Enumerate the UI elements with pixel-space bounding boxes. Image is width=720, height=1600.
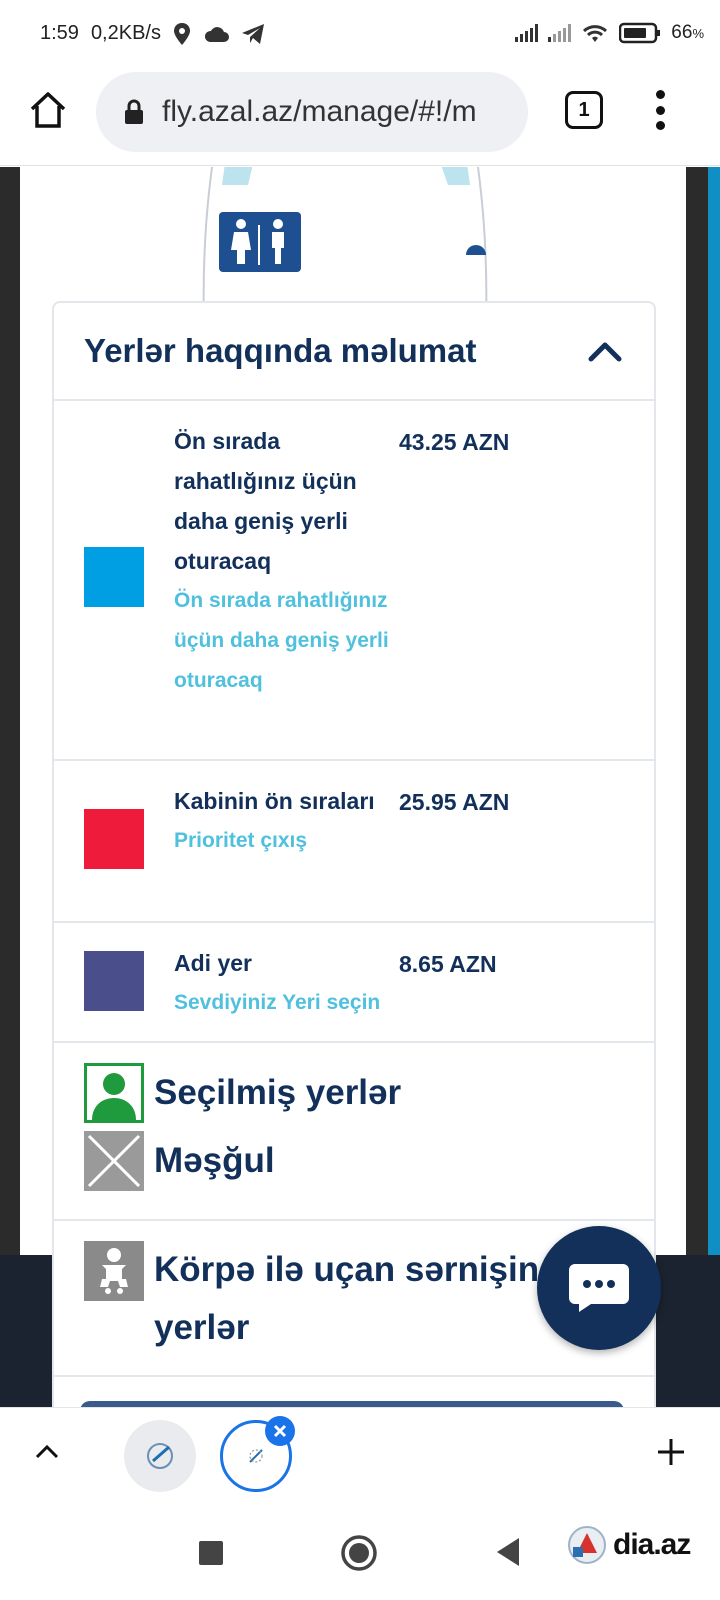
tab-switcher-button[interactable]: 1	[565, 91, 603, 129]
address-bar[interactable]: fly.azal.az/manage/#!/m	[96, 72, 528, 152]
recent-apps-button[interactable]	[199, 1541, 223, 1565]
occupied-seat-x-icon	[84, 1131, 144, 1191]
seat-type-name: Kabinin ön sıraları	[174, 788, 375, 814]
tab-thumbnail-1[interactable]	[124, 1420, 196, 1492]
status-bar: 1:59 0,2KB/s 66%	[0, 0, 720, 66]
battery-icon	[619, 22, 661, 44]
wifi-icon	[583, 25, 608, 42]
page-left-edge	[0, 167, 20, 1407]
location-icon	[173, 22, 190, 45]
overflow-menu-icon[interactable]	[654, 90, 666, 130]
telegram-icon	[241, 23, 264, 44]
seat-color-swatch-standard	[84, 951, 144, 1011]
selected-seats-legend: Seçilmiş yerlər	[84, 1063, 401, 1123]
seat-price: 43.25 AZN	[399, 429, 510, 455]
system-nav-bar: dia.az	[0, 1505, 720, 1600]
home-circle-button[interactable]	[340, 1534, 378, 1572]
browser-tab-strip	[0, 1407, 720, 1505]
chevron-up-icon[interactable]	[588, 340, 622, 362]
legend-row-extra-legroom: Ön sırada rahatlığınız üçün daha geniş y…	[54, 401, 654, 761]
selected-seat-person-icon	[84, 1063, 144, 1123]
home-icon[interactable]	[28, 90, 68, 130]
chevron-up-icon[interactable]	[34, 1442, 60, 1460]
signal-icon	[515, 24, 539, 42]
new-tab-plus-icon[interactable]	[655, 1436, 687, 1468]
battery-percent: 66%	[671, 22, 704, 43]
seat-type-name: Ön sırada rahatlığınız üçün daha geniş y…	[174, 428, 357, 574]
azal-favicon-icon	[249, 1449, 263, 1463]
lock-icon	[125, 99, 143, 124]
seat-color-swatch-front-rows	[84, 809, 144, 869]
page-right-edge	[686, 167, 708, 1407]
seat-type-description: Ön sırada rahatlığınız üçün daha geniş y…	[174, 589, 389, 692]
legend-title: Yerlər haqqında məlumat	[84, 332, 477, 369]
seat-type-name: Adi yer	[174, 950, 252, 976]
seat-price: 8.65 AZN	[399, 951, 497, 977]
page-scroll-accent	[708, 167, 720, 1407]
status-time: 1:59	[40, 22, 79, 44]
close-icon	[273, 1424, 287, 1438]
close-tab-button[interactable]	[265, 1416, 295, 1446]
azal-favicon-icon	[147, 1443, 173, 1469]
legend-header[interactable]: Yerlər haqqında məlumat	[54, 303, 654, 401]
seat-type-description: Sevdiyiniz Yeri seçin	[174, 991, 381, 1014]
infant-icon	[84, 1241, 144, 1301]
browser-toolbar: fly.azal.az/manage/#!/m 1	[0, 66, 720, 166]
occupied-seats-legend: Məşğul	[84, 1131, 275, 1191]
seat-type-description: Prioritet çıxış	[174, 829, 308, 852]
occupied-seats-label: Məşğul	[154, 1141, 275, 1180]
seat-color-swatch-extra-legroom	[84, 547, 144, 607]
watermark: dia.az	[565, 1523, 691, 1567]
dia-az-logo-icon	[568, 1526, 606, 1564]
url-text: fly.azal.az/manage/#!/m	[162, 95, 477, 128]
back-triangle-button[interactable]	[493, 1536, 523, 1568]
chat-button[interactable]	[537, 1226, 661, 1350]
legend-row-front-rows: Kabinin ön sıraları Prioritet çıxış 25.9…	[54, 761, 654, 923]
chat-bubble-icon	[569, 1264, 629, 1312]
seat-price: 25.95 AZN	[399, 789, 510, 815]
page-viewport: Yerlər haqqında məlumat Ön sırada rahatl…	[0, 167, 720, 1407]
signal-icon-2	[548, 24, 572, 42]
status-net-speed: 0,2KB/s	[90, 22, 161, 44]
cloud-icon	[204, 26, 229, 42]
legend-row-standard-seat: Adi yer Sevdiyiniz Yeri seçin 8.65 AZN	[54, 923, 654, 1043]
watermark-text: dia.az	[613, 1528, 691, 1561]
selected-seats-label: Seçilmiş yerlər	[154, 1073, 402, 1112]
legend-row-seat-status: Seçilmiş yerlər Məşğul	[54, 1043, 654, 1221]
